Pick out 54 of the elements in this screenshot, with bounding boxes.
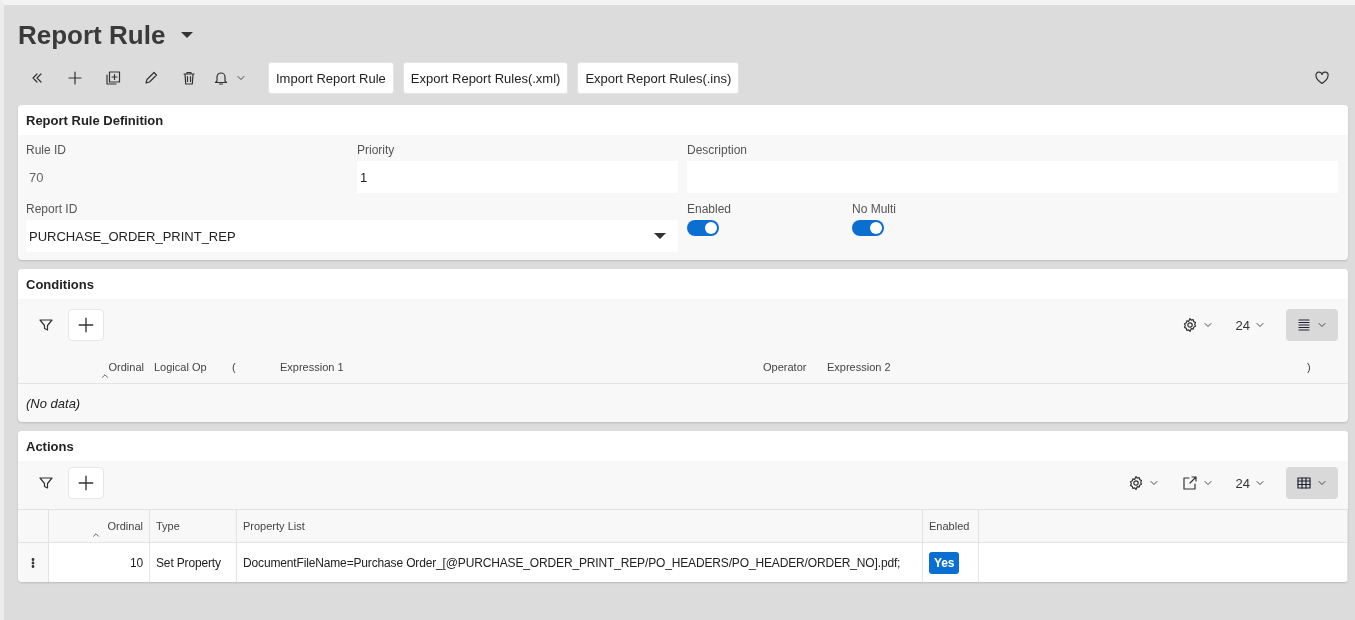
trash-icon: [181, 70, 197, 86]
toggle-switch[interactable]: [852, 220, 884, 236]
enabled-badge: Yes: [929, 551, 960, 574]
plus-icon: [77, 316, 95, 334]
page-title: Report Rule: [18, 19, 166, 51]
add-button[interactable]: [68, 309, 104, 341]
column-header[interactable]: (: [226, 351, 274, 383]
toolbar-button[interactable]: Export Report Rules(.ins): [577, 62, 740, 94]
table-cell: 10: [49, 542, 150, 582]
field-label: Description: [687, 143, 749, 159]
sort-up-icon: [100, 371, 110, 381]
bell-icon: [213, 70, 229, 86]
settings-icon: [1181, 317, 1198, 333]
field-label: Priority: [357, 143, 396, 159]
filter-icon: [38, 317, 54, 333]
column-header[interactable]: Operator: [757, 351, 821, 383]
filter-icon: [38, 475, 54, 491]
table-cell: DocumentFileName=Purchase Order_[@PURCHASE_ORDER_PRINT_REP/PO_HEADERS/PO_HEADER/ORDER_NO].pdf;: [237, 542, 923, 582]
column-header[interactable]: Expression 1: [274, 351, 757, 383]
view-button[interactable]: [1286, 467, 1338, 499]
add-button[interactable]: [68, 467, 104, 499]
column-header[interactable]: ): [1301, 351, 1348, 383]
duplicate-icon: [105, 70, 121, 86]
table-cell: Set Property: [150, 542, 237, 582]
field-label: Rule ID: [26, 143, 67, 159]
column-header[interactable]: Logical Op: [148, 351, 226, 383]
panel-title: Report Rule Definition: [18, 105, 1348, 135]
toggle-label: Enabled: [687, 202, 733, 218]
list-icon: [1296, 317, 1312, 333]
table-icon: [1296, 475, 1312, 491]
pencil-icon: [143, 70, 159, 86]
column-header[interactable]: Expression 2: [821, 351, 1301, 383]
view-button[interactable]: [1286, 309, 1338, 341]
settings-icon: [1127, 475, 1144, 491]
page-size-button[interactable]: 24: [1227, 467, 1274, 499]
page-size-button[interactable]: 24: [1227, 309, 1274, 341]
empty-message: (No data): [25, 394, 82, 413]
report-id-dropdown[interactable]: PURCHASE_ORDER_PRINT_REP: [26, 220, 678, 252]
export-icon: [1181, 475, 1198, 491]
toggle-label: No Multi: [852, 202, 897, 218]
panel-title: Conditions: [18, 269, 1348, 299]
readonly-field: 70: [26, 161, 347, 193]
toggle-switch[interactable]: [687, 220, 719, 236]
panel-title: Actions: [18, 431, 1348, 461]
column-header[interactable]: Ordinal: [98, 351, 148, 383]
plus-icon: [67, 70, 83, 86]
plus-icon: [77, 474, 95, 492]
sort-up-icon: [91, 530, 101, 540]
toolbar-button[interactable]: Export Report Rules(.xml): [402, 62, 569, 94]
heart-icon: [1314, 70, 1330, 86]
dropdown-caret-icon[interactable]: [181, 32, 194, 38]
toolbar-button[interactable]: Import Report Rule: [268, 62, 394, 94]
input-field[interactable]: 1: [357, 161, 678, 193]
field-label: Report ID: [26, 202, 79, 218]
